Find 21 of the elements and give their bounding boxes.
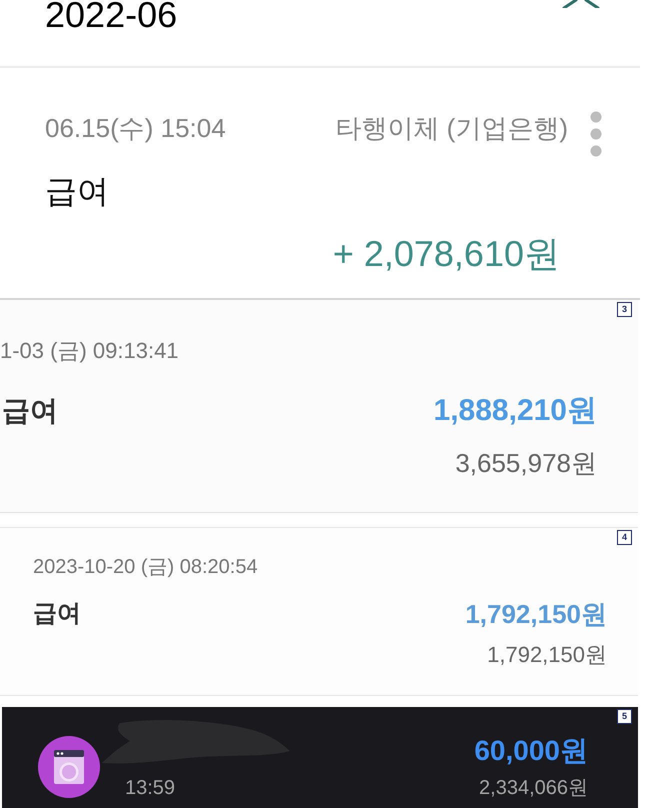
transaction-datetime: 2023-10-20 (금) 08:20:54 [33,556,258,578]
deposit-amount: 1,792,150원 [465,598,607,631]
panel-number-tag: 3 [617,302,632,317]
transaction-memo: 급여 [1,394,58,428]
account-balance: 1,792,150원 [487,641,607,669]
deposit-amount: + 2,078,610원 [332,232,560,276]
account-balance: 2,334,066원 [479,776,588,801]
transfer-type: 타행이체 (기업은행) [335,112,568,145]
transaction-datetime: 06.15(수) 15:04 [45,112,226,145]
transaction-memo: 급여 [33,599,81,629]
panel-number-tag: 5 [617,709,632,724]
deposit-amount: 60,000원 [474,734,588,768]
chevron-icon[interactable] [562,0,600,8]
transaction-time: 13:59 [125,777,176,799]
washing-machine-icon [38,736,100,798]
account-balance: 3,655,978원 [455,447,597,479]
panel-number-tag: 4 [617,530,632,545]
transaction-memo: 급여 [45,173,109,209]
month-title: 2022-06 [45,0,178,30]
transaction-datetime: 1-03 (금) 09:13:41 [0,338,179,363]
deposit-amount: 1,888,210원 [434,393,597,429]
